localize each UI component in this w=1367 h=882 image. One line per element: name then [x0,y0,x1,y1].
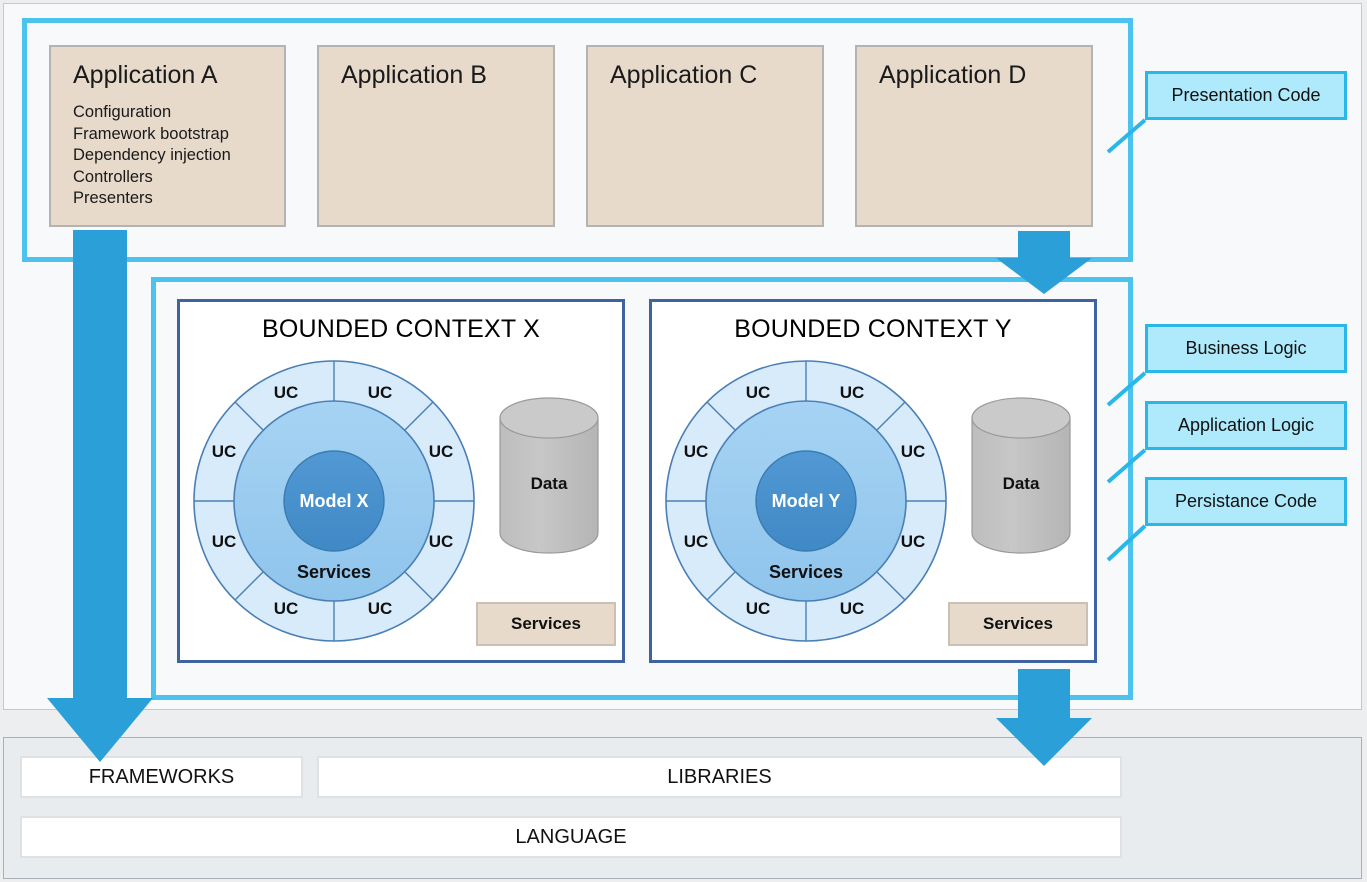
label-persistance-code[interactable]: Persistance Code [1145,477,1347,526]
application-box-b[interactable]: Application B [317,45,555,227]
label-presentation-code[interactable]: Presentation Code [1145,71,1347,120]
application-a-item: Dependency injection [73,146,231,164]
application-title: Application A [73,61,218,89]
application-box-d[interactable]: Application D [855,45,1093,227]
application-title: Application D [879,61,1027,89]
application-box-c[interactable]: Application C [586,45,824,227]
bounded-context-y[interactable]: BOUNDED CONTEXT Y Services [649,299,1097,663]
label-application-logic[interactable]: Application Logic [1145,401,1347,450]
label-business-logic[interactable]: Business Logic [1145,324,1347,373]
application-a-item: Controllers [73,167,153,186]
application-title: Application B [341,61,487,89]
application-a-item: Framework bootstrap [73,124,229,143]
bounded-context-x[interactable]: BOUNDED CONTEXT X Services [177,299,625,663]
language-box[interactable]: LANGUAGE [20,816,1122,858]
libraries-box[interactable]: LIBRARIES [317,756,1122,798]
application-a-item: Configuration [73,103,172,121]
bounded-context-title: BOUNDED CONTEXT X [262,315,540,343]
application-a-items: Configuration Framework bootstrap Depend… [73,102,231,210]
application-title: Application C [610,61,758,89]
bounded-context-title: BOUNDED CONTEXT Y [734,315,1012,343]
services-box-x[interactable]: Services [476,602,616,646]
services-box-y[interactable]: Services [948,602,1088,646]
diagram-canvas: Application A Configuration Framework bo… [0,0,1367,882]
application-box-a[interactable]: Application A Configuration Framework bo… [49,45,286,227]
frameworks-box[interactable]: FRAMEWORKS [20,756,303,798]
application-a-item: Presenters [73,189,153,207]
